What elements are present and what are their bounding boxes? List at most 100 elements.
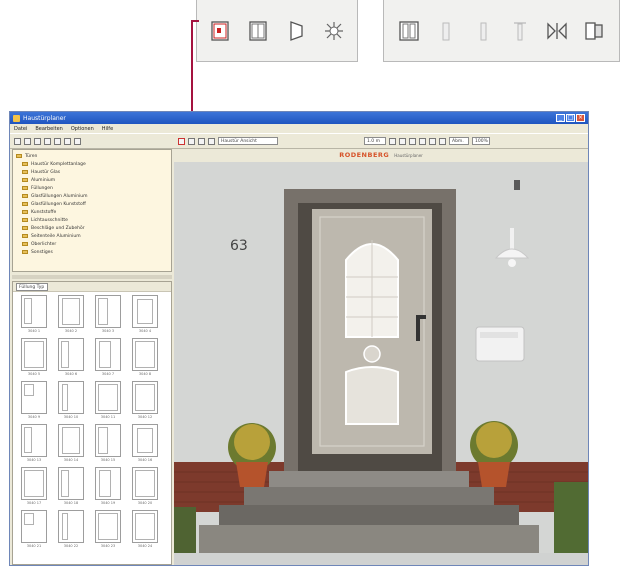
tree-item[interactable]: Beschläge und Zubehör: [16, 224, 168, 232]
save-icon[interactable]: [34, 137, 41, 145]
door-view-icon[interactable]: [439, 137, 446, 145]
gallery-tile[interactable]: 3040 14: [54, 424, 88, 464]
tree-item[interactable]: Glasfüllungen Aluminium: [16, 192, 168, 200]
gallery-tile[interactable]: 3040 1: [17, 295, 51, 335]
folder-icon: [22, 162, 28, 166]
gallery-tile[interactable]: 3040 18: [54, 467, 88, 507]
sidelight-icon[interactable]: [399, 137, 406, 145]
tree-item-label: Aluminium: [31, 177, 56, 183]
gallery-tile[interactable]: 3040 8: [128, 338, 162, 378]
gallery-tile[interactable]: 3040 13: [17, 424, 51, 464]
gallery-tile[interactable]: 3040 24: [128, 510, 162, 550]
gallery-tile[interactable]: 3040 2: [54, 295, 88, 335]
door-thumbnail-icon: [58, 510, 84, 543]
tree-item-label: Türen: [25, 153, 38, 159]
door-panel-icon[interactable]: [246, 19, 270, 43]
tile-caption: 3040 9: [27, 415, 41, 419]
tree-item[interactable]: Sonstiges: [16, 248, 168, 256]
tree-item-label: Seitenteile Aluminium: [31, 233, 81, 239]
catalog-tree: Türen Haustür Komplettanlage Haustür Glas A…: [12, 149, 172, 272]
tree-item[interactable]: Haustür Glas: [16, 168, 168, 176]
door-swing-icon[interactable]: [198, 137, 205, 145]
gallery-filter[interactable]: Füllung Typ: [16, 282, 48, 291]
transom-icon[interactable]: [419, 137, 426, 145]
door-thumbnail-icon: [132, 295, 158, 328]
tree-item[interactable]: Kunststoffe: [16, 208, 168, 216]
tree-item[interactable]: Lichtausschnitte: [16, 216, 168, 224]
open-icon[interactable]: [24, 137, 31, 145]
mirror-icon[interactable]: [545, 19, 569, 43]
gallery-tile[interactable]: 3040 9: [17, 381, 51, 421]
mirror-icon[interactable]: [429, 137, 436, 145]
tree-item[interactable]: Oberlichter: [16, 240, 168, 248]
gallery-tile[interactable]: 3040 16: [128, 424, 162, 464]
redo-icon[interactable]: [64, 137, 71, 145]
zoom-field[interactable]: 100%: [472, 137, 490, 145]
gallery-tile[interactable]: 3040 21: [17, 510, 51, 550]
door-thumbnail-icon: [132, 510, 158, 543]
tile-caption: 3040 21: [26, 544, 42, 548]
tile-caption: 3040 1: [27, 329, 41, 333]
view-select[interactable]: Haustür Ansicht: [218, 137, 278, 145]
narrow-panel-icon[interactable]: [409, 137, 416, 145]
double-frame-icon[interactable]: [397, 19, 421, 43]
tile-caption: 3040 4: [138, 329, 152, 333]
close-button[interactable]: ×: [576, 114, 585, 122]
transom-icon[interactable]: [508, 19, 532, 43]
gallery-tile[interactable]: 3040 20: [128, 467, 162, 507]
tile-caption: 3040 17: [26, 501, 42, 505]
unit-field[interactable]: Abm.: [449, 137, 469, 145]
gallery-tile[interactable]: 3040 12: [128, 381, 162, 421]
narrow-panel-icon[interactable]: [471, 19, 495, 43]
gallery-tile[interactable]: 3040 23: [91, 510, 125, 550]
gallery-tile[interactable]: 3040 10: [54, 381, 88, 421]
gallery-tile[interactable]: 3040 5: [17, 338, 51, 378]
light-burst-icon[interactable]: [208, 137, 215, 145]
undo-icon[interactable]: [54, 137, 61, 145]
tree-item[interactable]: Füllungen: [16, 184, 168, 192]
panel-splitter[interactable]: [12, 275, 172, 279]
door-frame-icon[interactable]: [178, 137, 185, 145]
gallery-tile[interactable]: 3040 7: [91, 338, 125, 378]
maximize-button[interactable]: □: [566, 114, 575, 122]
gallery-tile[interactable]: 3040 4: [128, 295, 162, 335]
door-preview-canvas[interactable]: 63: [174, 162, 588, 565]
gallery-tile[interactable]: 3040 22: [54, 510, 88, 550]
settings-icon[interactable]: [74, 137, 81, 145]
door-view-icon[interactable]: [582, 19, 606, 43]
minimize-button[interactable]: _: [556, 114, 565, 122]
door-swing-icon[interactable]: [284, 19, 308, 43]
tile-caption: 3040 14: [63, 458, 79, 462]
tree-item-label: Glasfüllungen Aluminium: [31, 193, 88, 199]
door-frame-icon[interactable]: [208, 19, 232, 43]
menu-options[interactable]: Optionen: [71, 126, 94, 132]
tree-item[interactable]: Seitenteile Aluminium: [16, 232, 168, 240]
sidelight-icon[interactable]: [434, 19, 458, 43]
door-thumbnail-icon: [58, 381, 84, 414]
gallery-tile[interactable]: 3040 19: [91, 467, 125, 507]
door-thumbnail-icon: [132, 467, 158, 500]
menu-file[interactable]: Datei: [14, 126, 27, 132]
door-thumbnail-icon: [95, 510, 121, 543]
tree-item[interactable]: Glasfüllungen Kunststoff: [16, 200, 168, 208]
gallery-grid: 3040 1 3040 2 3040 3 3040 4 3040 5 3040 6 3040…: [13, 292, 171, 553]
new-icon[interactable]: [14, 137, 21, 145]
folder-icon: [22, 202, 28, 206]
tree-item[interactable]: Türen: [16, 152, 168, 160]
right-toolbar: Haustür Ansicht 1.0 m Abm. 100%: [174, 137, 588, 145]
door-panel-icon[interactable]: [188, 137, 195, 145]
gallery-tile[interactable]: 3040 3: [91, 295, 125, 335]
tree-item[interactable]: Aluminium: [16, 176, 168, 184]
print-icon[interactable]: [44, 137, 51, 145]
gallery-tile[interactable]: 3040 11: [91, 381, 125, 421]
door-thumbnail-icon: [132, 338, 158, 371]
size-field[interactable]: 1.0 m: [364, 137, 386, 145]
gallery-tile[interactable]: 3040 17: [17, 467, 51, 507]
gallery-tile[interactable]: 3040 15: [91, 424, 125, 464]
double-frame-icon[interactable]: [389, 137, 396, 145]
menu-help[interactable]: Hilfe: [102, 126, 113, 132]
menu-edit[interactable]: Bearbeiten: [35, 126, 62, 132]
gallery-tile[interactable]: 3040 6: [54, 338, 88, 378]
tree-item[interactable]: Haustür Komplettanlage: [16, 160, 168, 168]
light-burst-icon[interactable]: [322, 19, 346, 43]
